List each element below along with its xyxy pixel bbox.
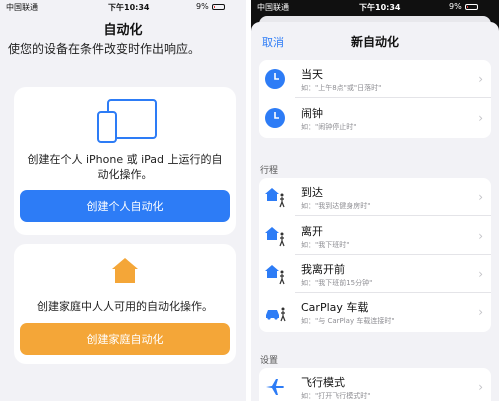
- trigger-title: 我离开前: [301, 263, 345, 276]
- create-personal-automation-button[interactable]: 创建个人自动化: [20, 190, 230, 222]
- trigger-example: 如："闹钟停止时": [301, 123, 357, 131]
- home-card-text: 创建家庭中人人可用的自动化操作。: [37, 300, 213, 313]
- status-bar: 中国联通 下午10:34 9%: [0, 0, 246, 14]
- carrier-label: 中国联通: [257, 3, 289, 12]
- carrier-label: 中国联通: [6, 3, 38, 12]
- travel-trigger-group: 到达 如："我到达健身房时" › 离开 如："我下班时" › 我离开前 如："我…: [259, 178, 491, 332]
- car-walk-icon: [266, 307, 286, 322]
- home-walk-icon: [265, 188, 285, 208]
- clock-icon: [265, 69, 285, 89]
- home-automation-card: 创建家庭中人人可用的自动化操作。 创建家庭自动化: [14, 244, 236, 364]
- sheet-title: 新自动化: [350, 35, 399, 49]
- new-automation-sheet: 取消 新自动化 当天 如："上午8点"或"日落时" › 闹钟 如："闹钟停止时": [251, 22, 499, 401]
- settings-section-header: 设置: [260, 356, 279, 366]
- trigger-title: 闹钟: [301, 107, 323, 120]
- trigger-example: 如："我下班前15分钟": [301, 279, 373, 287]
- home-walk-icon: [265, 227, 285, 247]
- trigger-example: 如："我下班时": [301, 241, 350, 249]
- trigger-title: 到达: [301, 186, 323, 199]
- chevron-right-icon: ›: [478, 229, 483, 243]
- trigger-example: 如："与 CarPlay 车载连接时": [301, 317, 395, 325]
- airplane-icon: [266, 379, 284, 395]
- personal-automation-card: 创建在个人 iPhone 或 iPad 上运行的自动化操作。 创建个人自动化: [14, 87, 236, 235]
- page-title: 自动化: [103, 23, 143, 38]
- time-trigger-group: 当天 如："上午8点"或"日落时" › 闹钟 如："闹钟停止时" ›: [259, 60, 491, 138]
- clock-time: 下午10:34: [108, 3, 150, 12]
- trigger-arrive[interactable]: 到达 如："我到达健身房时" ›: [259, 178, 491, 216]
- trigger-airplane-mode[interactable]: 飞行模式 如："打开飞行模式时" ›: [259, 368, 491, 401]
- home-walk-icon: [265, 265, 285, 285]
- home-icon: [112, 258, 138, 283]
- trigger-example: 如："打开飞行模式时": [301, 392, 371, 400]
- trigger-title: 离开: [301, 225, 323, 238]
- chevron-right-icon: ›: [478, 111, 483, 125]
- battery-icon: [211, 3, 225, 10]
- chevron-right-icon: ›: [478, 380, 483, 394]
- trigger-example: 如："上午8点"或"日落时": [301, 84, 382, 92]
- chevron-right-icon: ›: [478, 190, 483, 204]
- settings-trigger-group: 飞行模式 如："打开飞行模式时" ›: [259, 368, 491, 401]
- trigger-leave[interactable]: 离开 如："我下班时" ›: [259, 217, 491, 255]
- row-separator: [295, 215, 491, 216]
- iphone-ipad-icon: [97, 99, 157, 143]
- new-automation-screen: 中国联通 下午10:34 9% 取消 新自动化 当天 如："上午8点"或"日落时…: [251, 0, 499, 401]
- trigger-title: 当天: [301, 68, 323, 81]
- trigger-example: 如："我到达健身房时": [301, 202, 371, 210]
- trigger-title: CarPlay 车载: [301, 301, 369, 314]
- chevron-right-icon: ›: [478, 72, 483, 86]
- personal-card-text: 创建在个人 iPhone 或 iPad 上运行的自动化操作。: [27, 153, 223, 181]
- row-separator: [295, 97, 491, 98]
- trigger-alarm[interactable]: 闹钟 如："闹钟停止时" ›: [259, 99, 491, 137]
- travel-section-header: 行程: [260, 166, 279, 176]
- battery-percent: 9%: [196, 2, 209, 11]
- chevron-right-icon: ›: [478, 305, 483, 319]
- clock-time: 下午10:34: [359, 3, 401, 12]
- create-home-automation-button[interactable]: 创建家庭自动化: [20, 323, 230, 355]
- trigger-time-of-day[interactable]: 当天 如："上午8点"或"日落时" ›: [259, 60, 491, 98]
- automation-screen: 中国联通 下午10:34 9% 自动化 使您的设备在条件改变时作出响应。 创建在…: [0, 0, 246, 401]
- battery-percent: 9%: [449, 2, 462, 11]
- page-subtitle: 使您的设备在条件改变时作出响应。: [8, 42, 201, 56]
- battery-indicator: 9%: [449, 2, 478, 11]
- trigger-before-leave[interactable]: 我离开前 如："我下班前15分钟" ›: [259, 255, 491, 293]
- status-bar: 中国联通 下午10:34 9%: [251, 0, 499, 14]
- trigger-carplay[interactable]: CarPlay 车载 如："与 CarPlay 车载连接时" ›: [259, 293, 491, 331]
- battery-indicator: 9%: [196, 2, 225, 11]
- chevron-right-icon: ›: [478, 267, 483, 281]
- clock-icon: [265, 108, 285, 128]
- battery-icon: [464, 3, 478, 10]
- trigger-title: 飞行模式: [301, 376, 345, 389]
